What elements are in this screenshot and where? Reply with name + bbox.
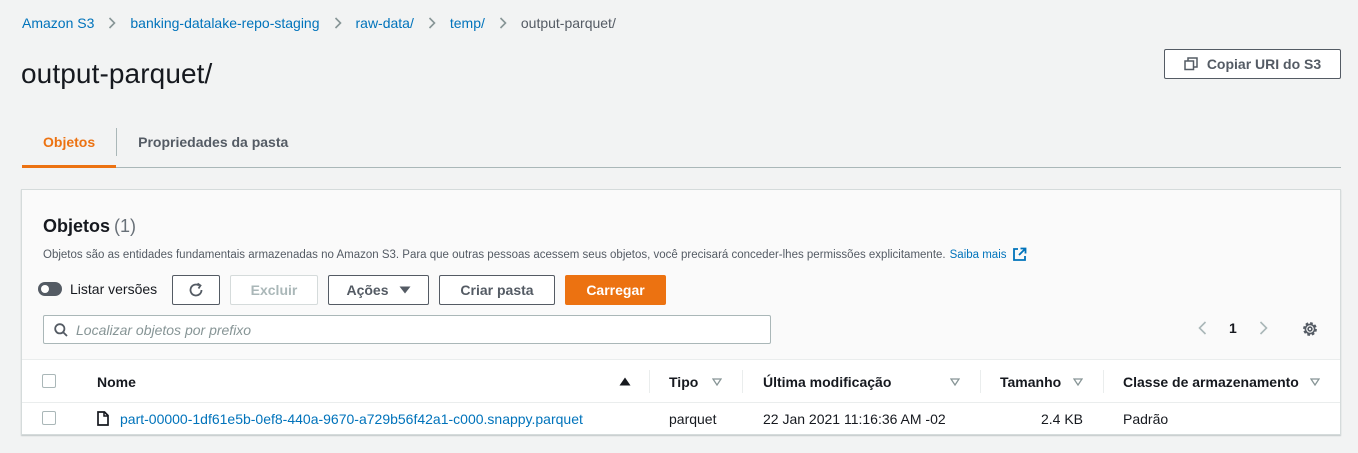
object-name-link[interactable]: part-00000-1df61e5b-0ef8-440a-9670-a729b… xyxy=(120,411,583,427)
external-link-icon[interactable] xyxy=(1012,247,1027,262)
column-header-type[interactable]: Tipo xyxy=(669,360,698,403)
objects-count: (1) xyxy=(114,216,137,236)
chevron-right-icon xyxy=(334,17,342,29)
select-all-checkbox[interactable] xyxy=(42,374,56,388)
breadcrumb-amazon-s3[interactable]: Amazon S3 xyxy=(22,15,94,31)
table-row: part-00000-1df61e5b-0ef8-440a-9670-a729b… xyxy=(22,403,1340,434)
column-separator xyxy=(1103,370,1104,393)
column-separator xyxy=(649,370,650,393)
sort-icon[interactable] xyxy=(712,360,722,403)
create-folder-button[interactable]: Criar pasta xyxy=(439,275,555,305)
copy-icon xyxy=(1184,57,1198,71)
file-icon xyxy=(97,411,109,426)
search-box[interactable] xyxy=(43,315,771,344)
tab-objects[interactable]: Objetos xyxy=(22,116,117,168)
objects-panel-header: Objetos (1) Objetos são as entidades fund… xyxy=(22,190,1340,360)
objects-title-text: Objetos xyxy=(43,216,111,236)
breadcrumb-raw-data[interactable]: raw-data/ xyxy=(356,15,414,31)
objects-description: Objetos são as entidades fundamentais ar… xyxy=(43,247,1027,262)
learn-more-link[interactable]: Saiba mais xyxy=(950,249,1007,261)
breadcrumb-bucket[interactable]: banking-datalake-repo-staging xyxy=(130,15,319,31)
page-title: output-parquet/ xyxy=(21,58,213,89)
search-icon xyxy=(54,322,68,337)
column-header-size[interactable]: Tamanho xyxy=(1000,360,1061,403)
list-versions-label: Listar versões xyxy=(70,281,158,297)
breadcrumb: Amazon S3 banking-datalake-repo-staging … xyxy=(22,15,616,31)
column-separator xyxy=(742,370,743,393)
sort-icon[interactable] xyxy=(1073,360,1083,403)
cell-size: 2.4 KB xyxy=(1040,410,1083,427)
table-header: Nome Tipo Última modificação Tamanho Cla… xyxy=(22,360,1340,403)
objects-title: Objetos (1) xyxy=(43,216,136,237)
chevron-right-icon xyxy=(499,17,507,29)
column-header-last-modified[interactable]: Última modificação xyxy=(763,360,891,403)
cell-last-modified: 22 Jan 2021 11:16:36 AM -02 xyxy=(763,410,946,427)
toggle-switch[interactable] xyxy=(38,282,62,296)
objects-description-text: Objetos são as entidades fundamentais ar… xyxy=(43,248,946,261)
cell-storage-class: Padrão xyxy=(1123,410,1169,427)
list-versions-toggle[interactable]: Listar versões xyxy=(38,281,157,297)
copy-s3-uri-button[interactable]: Copiar URI do S3 xyxy=(1164,49,1341,79)
objects-panel: Objetos (1) Objetos são as entidades fund… xyxy=(21,189,1341,435)
cell-type: parquet xyxy=(669,410,717,427)
tab-folder-properties[interactable]: Propriedades da pasta xyxy=(117,116,309,168)
chevron-left-icon[interactable] xyxy=(1198,321,1207,335)
upload-button[interactable]: Carregar xyxy=(565,275,666,305)
sort-icon[interactable] xyxy=(950,360,960,403)
copy-s3-uri-label: Copiar URI do S3 xyxy=(1206,56,1322,72)
chevron-right-icon[interactable] xyxy=(1259,321,1268,335)
refresh-icon xyxy=(187,281,205,299)
breadcrumb-current: output-parquet/ xyxy=(520,15,616,31)
pagination: 1 xyxy=(1198,320,1268,336)
breadcrumb-temp[interactable]: temp/ xyxy=(450,15,485,31)
actions-dropdown-button[interactable]: Ações xyxy=(328,275,429,305)
sort-icon[interactable] xyxy=(1310,360,1320,403)
search-input[interactable] xyxy=(76,321,770,338)
caret-down-icon xyxy=(399,286,411,294)
actions-label: Ações xyxy=(346,282,389,298)
gear-icon[interactable] xyxy=(1301,320,1319,341)
cell-name: part-00000-1df61e5b-0ef8-440a-9670-a729b… xyxy=(97,403,583,434)
current-page-number[interactable]: 1 xyxy=(1229,320,1237,336)
column-separator xyxy=(980,370,981,393)
row-checkbox[interactable] xyxy=(42,411,56,425)
column-header-storage-class[interactable]: Classe de armazenamento xyxy=(1123,360,1299,403)
toggle-knob xyxy=(41,285,49,293)
chevron-right-icon xyxy=(108,17,117,29)
chevron-right-icon xyxy=(428,17,436,29)
column-header-name[interactable]: Nome xyxy=(97,360,136,403)
tab-bar: Objetos Propriedades da pasta xyxy=(22,116,1341,168)
refresh-button[interactable] xyxy=(172,275,220,305)
delete-button[interactable]: Excluir xyxy=(230,275,318,305)
sort-asc-icon[interactable] xyxy=(619,360,631,403)
